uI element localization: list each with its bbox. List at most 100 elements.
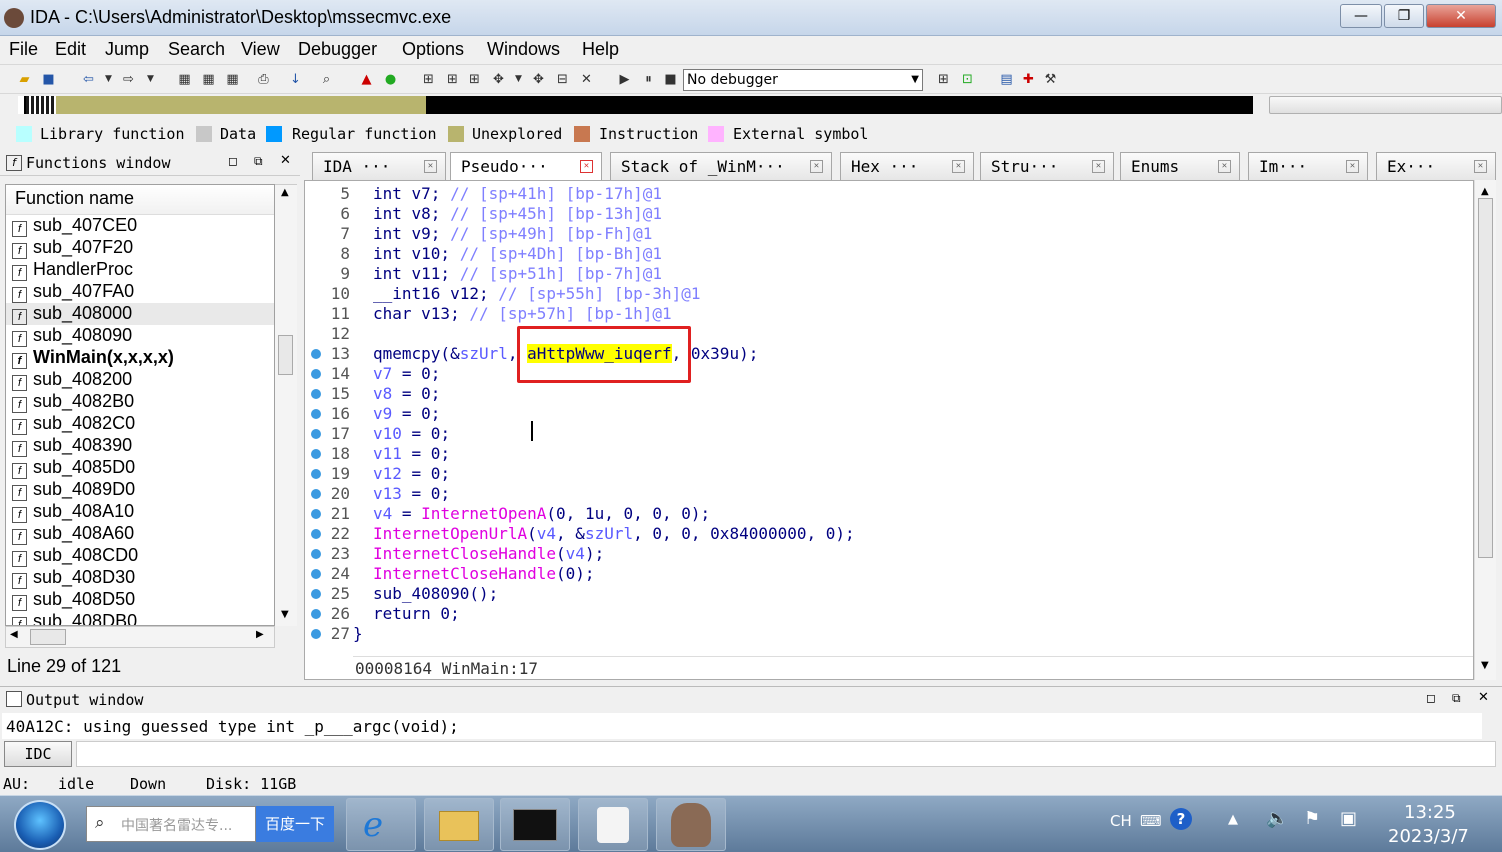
function-list-item[interactable]: f sub_408D50 <box>6 589 274 611</box>
help-icon[interactable]: ? <box>1170 808 1192 830</box>
code-line[interactable]: InternetCloseHandle(v4); <box>373 544 604 563</box>
code-line[interactable]: v9 = 0; <box>373 404 440 423</box>
function-list-item[interactable]: f sub_408CD0 <box>6 545 274 567</box>
forward-dropdown-icon[interactable]: ▼ <box>142 71 159 88</box>
baidu-search-button[interactable]: 百度一下 <box>256 806 334 842</box>
code-line[interactable]: v11 = 0; <box>373 444 450 463</box>
scroll-thumb[interactable] <box>30 629 66 645</box>
menu-file[interactable]: File <box>9 39 38 60</box>
print-icon[interactable]: ⎙ <box>255 71 272 88</box>
menu-windows[interactable]: Windows <box>487 39 560 60</box>
scroll-thumb[interactable] <box>1478 198 1493 558</box>
code-line[interactable]: InternetOpenUrlA(v4, &szUrl, 0, 0, 0x840… <box>373 524 855 543</box>
function-list-item[interactable]: f sub_4082C0 <box>6 413 274 435</box>
graph-tool6-icon[interactable]: ⊟ <box>554 71 571 88</box>
breakpoint-dot-icon[interactable] <box>311 369 321 379</box>
debugger-select[interactable]: No debugger ▼ <box>683 69 923 91</box>
close-pane-icon[interactable]: ✕ <box>1478 690 1489 705</box>
menu-jump[interactable]: Jump <box>105 39 149 60</box>
idc-command-input[interactable] <box>76 741 1496 767</box>
breakpoint-dot-icon[interactable] <box>311 409 321 419</box>
function-list-item[interactable]: f sub_408000 <box>6 303 274 325</box>
breakpoint-dot-icon[interactable] <box>311 469 321 479</box>
flag-icon[interactable]: ⚑ <box>1304 808 1320 829</box>
open-icon[interactable]: ▰ <box>16 71 33 88</box>
menu-options[interactable]: Options <box>402 39 464 60</box>
function-list-item[interactable]: f sub_407CE0 <box>6 215 274 237</box>
search-text-icon[interactable]: ⌕ <box>318 71 335 88</box>
menu-edit[interactable]: Edit <box>55 39 86 60</box>
save-icon[interactable]: ■ <box>40 71 57 88</box>
functions-horizontal-scrollbar[interactable]: ◀ ▶ <box>5 626 275 648</box>
graph-tool2-icon[interactable]: ⊞ <box>444 71 461 88</box>
go-icon[interactable]: ● <box>382 71 399 88</box>
code-line[interactable]: v10 = 0; <box>373 424 450 443</box>
forward-icon[interactable]: ⇨ <box>120 71 137 88</box>
tab-exports[interactable]: Ex··· ✕ <box>1376 152 1496 180</box>
graph-tool4-icon[interactable]: ✥ <box>490 71 507 88</box>
function-list-item[interactable]: f sub_4082B0 <box>6 391 274 413</box>
minimize-button[interactable]: — <box>1340 4 1382 28</box>
start-button[interactable] <box>14 800 66 850</box>
scroll-right-icon[interactable]: ▶ <box>256 629 264 640</box>
list-icon[interactable]: ▤ <box>998 71 1015 88</box>
maximize-button[interactable]: ❐ <box>1384 4 1424 28</box>
float-pane-icon[interactable]: ⧉ <box>254 154 263 169</box>
scroll-up-icon[interactable]: ▲ <box>1481 186 1489 197</box>
tab-enums[interactable]: Enums ✕ <box>1120 152 1240 180</box>
play-icon[interactable]: ▶ <box>616 71 633 88</box>
function-list-item[interactable]: f sub_4089D0 <box>6 479 274 501</box>
tab-structures[interactable]: Stru··· ✕ <box>980 152 1114 180</box>
breakpoint-dot-icon[interactable] <box>311 349 321 359</box>
close-tab-icon[interactable]: ✕ <box>1092 160 1105 173</box>
restore-pane-icon[interactable]: ◻ <box>228 154 238 168</box>
clock-date[interactable]: 2023/3/7 <box>1388 826 1469 847</box>
jump-down-icon[interactable]: ↓ <box>287 71 304 88</box>
scroll-left-icon[interactable]: ◀ <box>10 629 18 640</box>
breakpoint-dot-icon[interactable] <box>311 449 321 459</box>
close-pane-icon[interactable]: ✕ <box>280 153 291 168</box>
function-list-item[interactable]: f WinMain(x,x,x,x) <box>6 347 274 369</box>
code-line[interactable]: int v10; // [sp+4Dh] [bp-Bh]@1 <box>373 244 662 263</box>
close-tab-icon[interactable]: ✕ <box>952 160 965 173</box>
close-tab-icon[interactable]: ✕ <box>1218 160 1231 173</box>
ida-taskbar-icon[interactable] <box>656 798 726 851</box>
restore-pane-icon[interactable]: ◻ <box>1426 691 1436 705</box>
functions-list[interactable]: Function name f sub_407CE0 f sub_407F20 f Han… <box>5 184 275 626</box>
code-line[interactable]: char v13; // [sp+57h] [bp-1h]@1 <box>373 304 672 323</box>
close-button[interactable]: ✕ <box>1426 4 1496 28</box>
menu-view[interactable]: View <box>241 39 280 60</box>
tab-imports[interactable]: Im··· ✕ <box>1248 152 1368 180</box>
scroll-thumb[interactable] <box>278 335 293 375</box>
code-line[interactable]: sub_408090(); <box>373 584 498 603</box>
debug-tool-icon[interactable]: ⊞ <box>935 71 952 88</box>
stop-debug-icon[interactable]: ■ <box>662 71 679 88</box>
float-pane-icon[interactable]: ⧉ <box>1452 691 1461 706</box>
close-tab-icon[interactable]: ✕ <box>1346 160 1359 173</box>
function-list-item[interactable]: f sub_408090 <box>6 325 274 347</box>
function-list-item[interactable]: f sub_408A60 <box>6 523 274 545</box>
taskbar-search-input[interactable]: ⌕ 中国著名雷达专... <box>86 806 256 842</box>
graph-tool5-icon[interactable]: ✥ <box>530 71 547 88</box>
code-line[interactable]: v4 = InternetOpenA(0, 1u, 0, 0, 0); <box>373 504 710 523</box>
input-language[interactable]: CH <box>1110 812 1132 830</box>
scroll-down-icon[interactable]: ▼ <box>281 609 289 620</box>
pause-icon[interactable]: ⏸ <box>640 71 657 88</box>
idc-button[interactable]: IDC <box>4 741 72 767</box>
breakpoint-dot-icon[interactable] <box>311 529 321 539</box>
code-line[interactable]: int v7; // [sp+41h] [bp-17h]@1 <box>373 184 662 203</box>
code-line[interactable]: v7 = 0; <box>373 364 440 383</box>
function-list-item[interactable]: f sub_407F20 <box>6 237 274 259</box>
tab-stack[interactable]: Stack of _WinM··· ✕ <box>610 152 832 180</box>
breakpoint-dot-icon[interactable] <box>311 629 321 639</box>
close-tab-icon[interactable]: ✕ <box>580 160 593 173</box>
menu-help[interactable]: Help <box>582 39 619 60</box>
keyboard-icon[interactable]: ⌨ <box>1140 812 1162 830</box>
functions-vertical-scrollbar[interactable]: ▲ ▼ <box>275 184 297 626</box>
graph-tool3-icon[interactable]: ⊞ <box>466 71 483 88</box>
graph-dropdown-icon[interactable]: ▼ <box>510 71 527 88</box>
code-line[interactable]: int v11; // [sp+51h] [bp-7h]@1 <box>373 264 662 283</box>
breakpoint-dot-icon[interactable] <box>311 389 321 399</box>
nav-band-scroll[interactable] <box>1269 96 1502 114</box>
breakpoint-dot-icon[interactable] <box>311 509 321 519</box>
